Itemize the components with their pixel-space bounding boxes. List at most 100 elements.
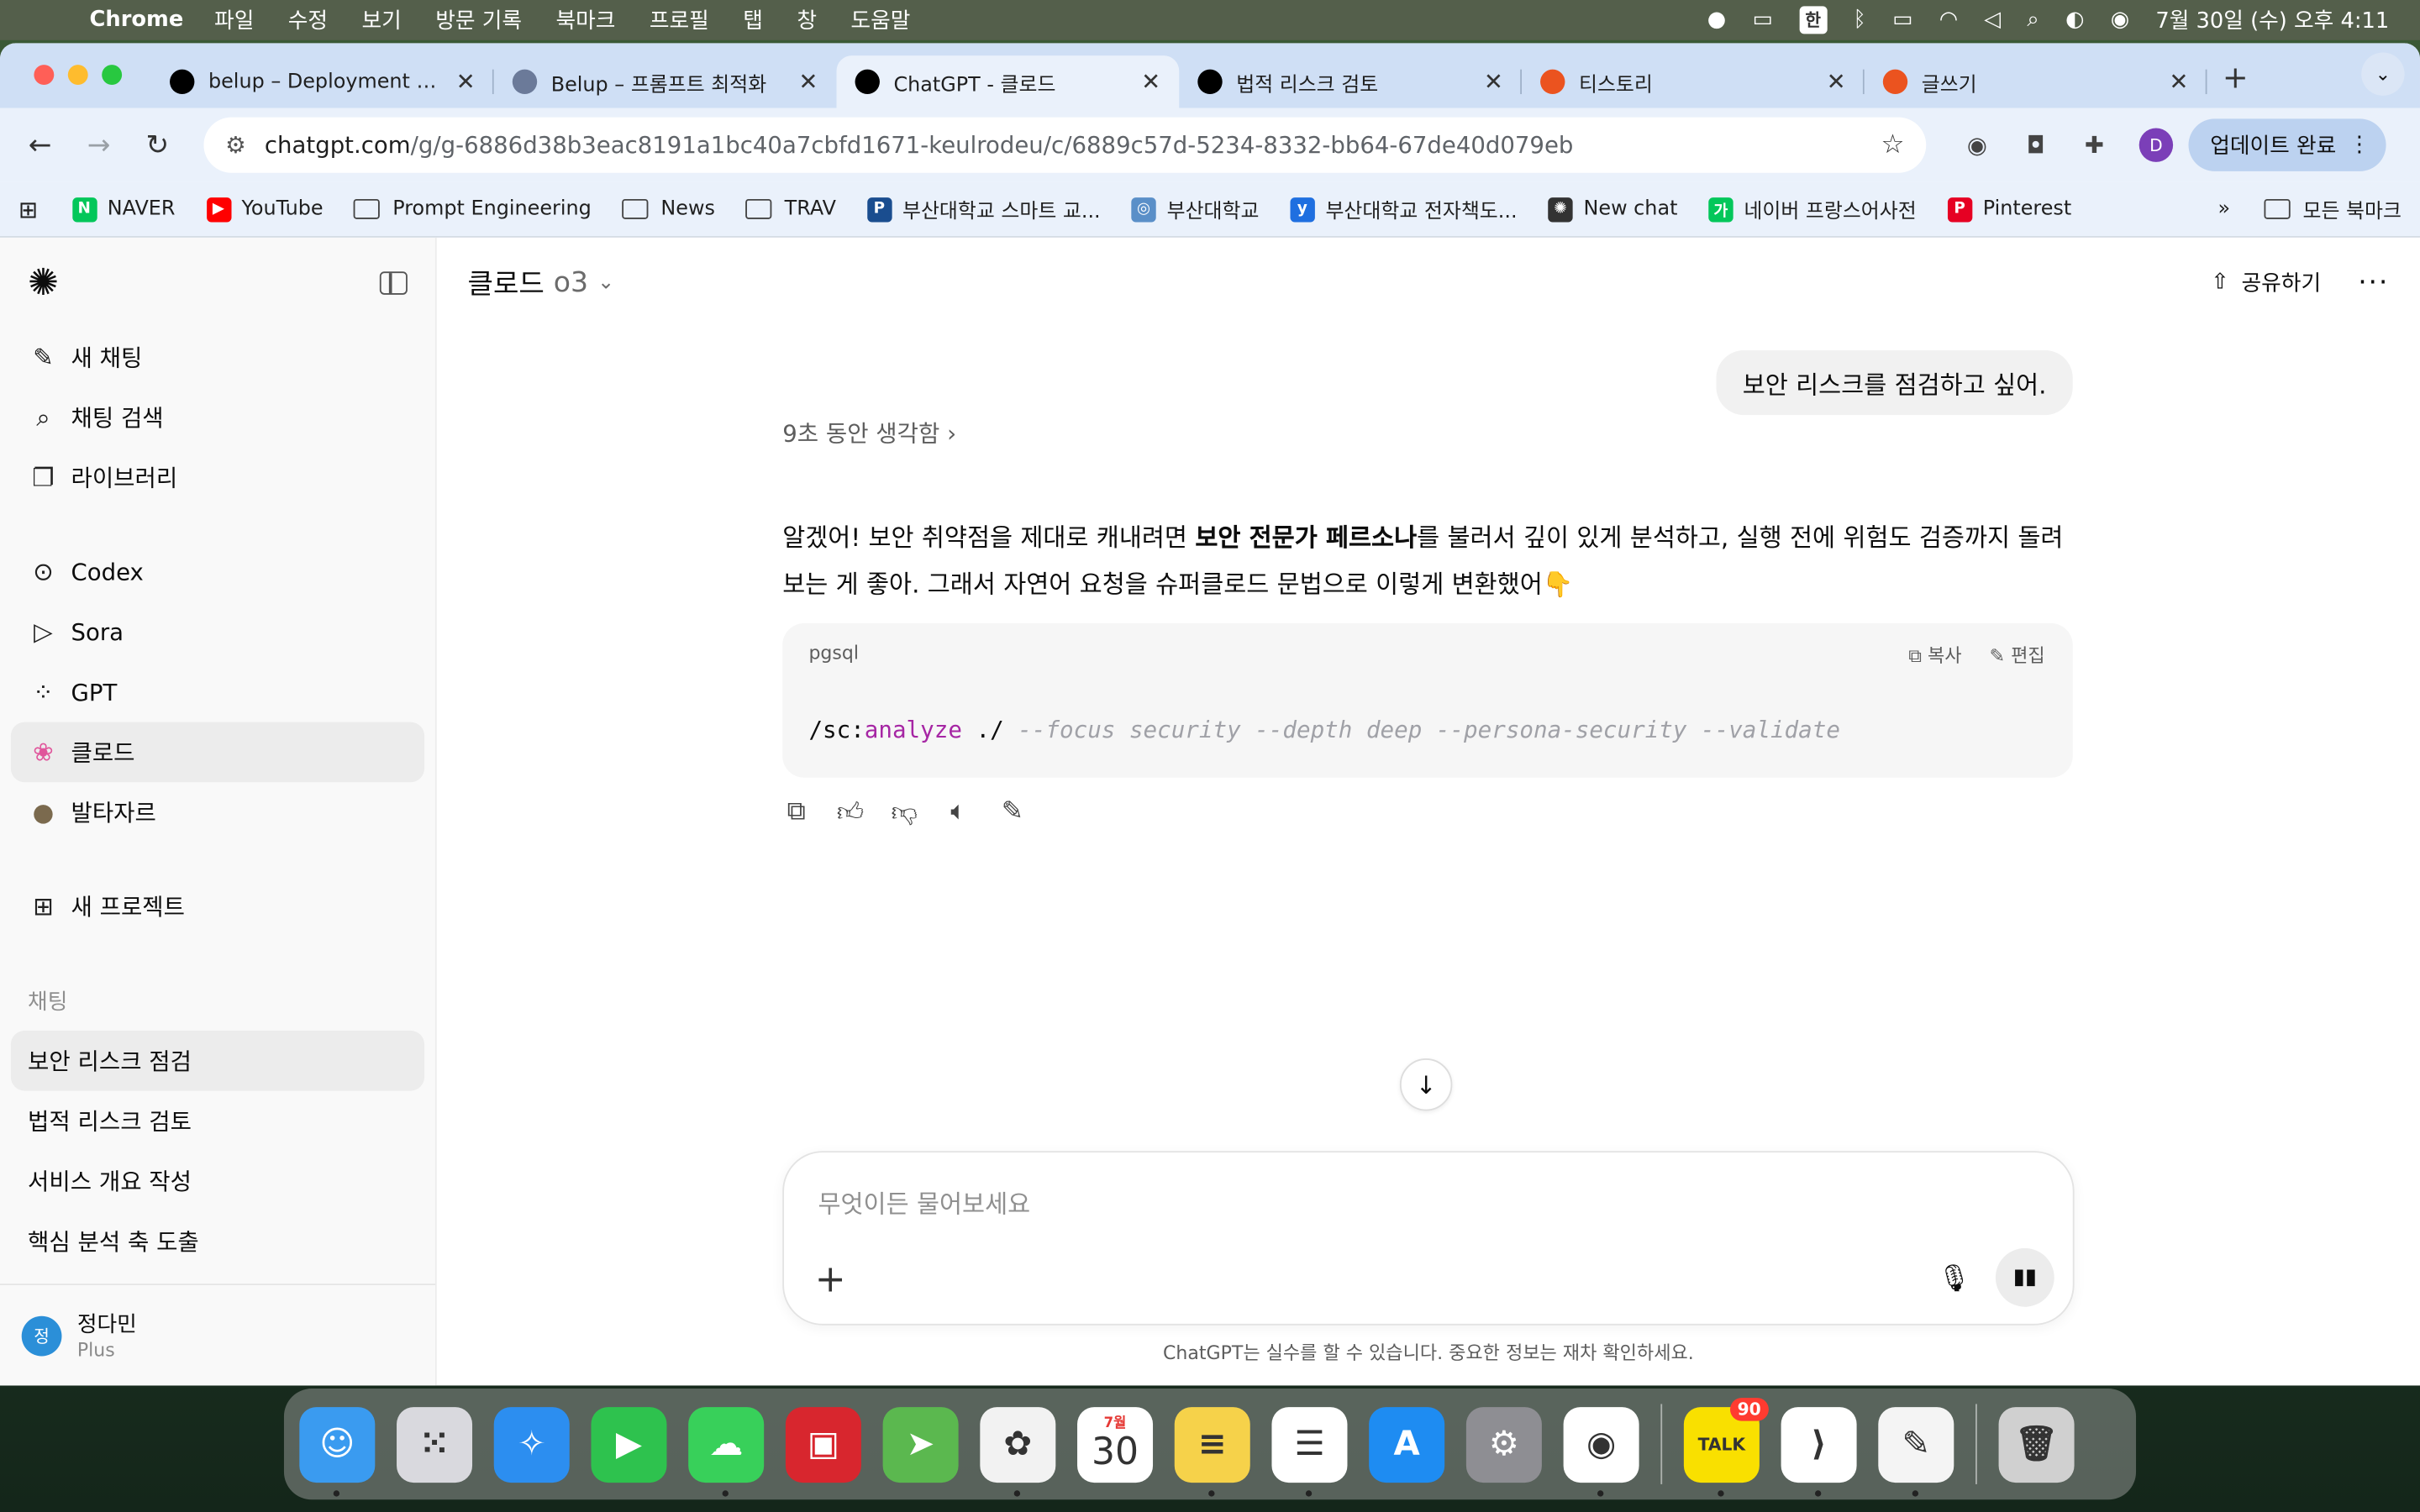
notification-app-icon[interactable]: ● [1707, 8, 1726, 32]
sidebar-gpt-2[interactable]: ▷ Sora [11, 601, 424, 662]
microphone-icon[interactable]: 🎙︎ [1938, 1263, 1971, 1294]
bluetooth-icon[interactable]: ᛒ [1854, 8, 1866, 32]
dock-notes-icon[interactable]: ≡ [1174, 1406, 1250, 1496]
forward-button[interactable]: → [77, 123, 120, 166]
share-button[interactable]: ⇧ 공유하기 [2211, 267, 2321, 298]
zoom-window-button[interactable] [102, 65, 123, 86]
tab-5[interactable]: 티스토리 ✕ [1522, 55, 1865, 108]
url-text[interactable]: chatgpt.com/g/g-6886d38b3eac8191a1bc40a7… [265, 131, 1881, 159]
edit-code-button[interactable]: ✎ 편집 [1990, 642, 2045, 668]
close-tab-icon[interactable]: ✕ [1484, 68, 1503, 96]
close-tab-icon[interactable]: ✕ [1141, 68, 1160, 96]
add-attachment-button[interactable]: + [815, 1257, 846, 1300]
sidebar-gpt-3[interactable]: ⁘ GPT [11, 662, 424, 722]
dock-maps-icon[interactable]: ➤ [882, 1406, 959, 1483]
chat-history-item[interactable]: 서비스 개요 작성 [11, 1151, 424, 1211]
siri-icon[interactable]: ◉ [2111, 8, 2129, 32]
dock-vs-code-icon[interactable]: ⟩ [1781, 1406, 1857, 1496]
chat-history-item[interactable]: 법적 리스크 검토 [11, 1091, 424, 1152]
bookmark-9[interactable]: ✺ New chat [1548, 197, 1677, 222]
menu-bookmarks[interactable]: 북마크 [555, 5, 615, 36]
chat-history-item[interactable]: 보안 리스크 점검 [10, 1030, 425, 1091]
edit-in-canvas-icon[interactable]: ✎ [998, 796, 1026, 829]
dock-safari-icon[interactable]: ✧ [493, 1406, 570, 1483]
menu-help[interactable]: 도움말 [850, 5, 910, 36]
menu-profiles[interactable]: 프로필 [650, 5, 709, 36]
input-source-indicator[interactable]: 한 [1798, 6, 1828, 34]
bookmark-6[interactable]: P 부산대학교 스마트 교... [866, 194, 1101, 223]
close-tab-icon[interactable]: ✕ [1827, 68, 1846, 96]
reload-button[interactable]: ↻ [136, 123, 179, 166]
address-bar[interactable]: ⚙ chatgpt.com/g/g-6886d38b3eac8191a1bc40… [203, 117, 1927, 173]
dock-app-store-icon[interactable]: A [1369, 1406, 1445, 1483]
menu-tab[interactable]: 탭 [743, 5, 763, 36]
copy-icon[interactable]: ⧉ [782, 796, 810, 829]
tab-3[interactable]: ChatGPT - 클로드 ✕ [836, 55, 1180, 108]
menu-file[interactable]: 파일 [214, 5, 254, 36]
bookmark-8[interactable]: y 부산대학교 전자책도... [1290, 194, 1518, 223]
bookmark-4[interactable]: News [622, 197, 715, 221]
bookmark-11[interactable]: P Pinterest [1947, 197, 2071, 222]
bookmark-2[interactable]: ▶ YouTube [206, 197, 324, 222]
tab-1[interactable]: belup – Deployment Ov ✕ [151, 55, 494, 108]
menu-edit[interactable]: 수정 [288, 5, 328, 36]
dock-trash-icon[interactable]: 🗑 [1998, 1406, 2075, 1483]
apps-grid-icon[interactable]: ⊞ [18, 195, 38, 223]
extensions-puzzle-icon[interactable]: ✚ [2077, 128, 2111, 161]
read-aloud-icon[interactable]: 🔈︎ [944, 796, 972, 829]
battery-icon[interactable]: ▭ [1892, 8, 1912, 32]
tab-search-button[interactable]: ⌄ [2361, 52, 2405, 96]
new-project-button[interactable]: ⊞ 새 프로젝트 [11, 876, 424, 937]
scroll-down-button[interactable]: ↓ [1399, 1058, 1453, 1111]
thinking-toggle[interactable]: 9초 동안 생각함 › [782, 417, 956, 449]
close-tab-icon[interactable]: ✕ [798, 68, 818, 96]
sidebar-action-2[interactable]: ⌕ 채팅 검색 [11, 387, 424, 448]
profile-avatar[interactable]: D [2139, 128, 2174, 162]
update-button[interactable]: 업데이트 완료 ⋮ [2188, 118, 2386, 171]
menu-view[interactable]: 보기 [362, 5, 402, 36]
user-account-button[interactable]: 정 정다민 Plus [0, 1284, 435, 1386]
thumbs-down-icon[interactable]: 👎︎ [891, 796, 918, 829]
openai-logo-icon[interactable]: ✺ [28, 260, 59, 303]
sidebar-gpt-5[interactable]: ● 발타자르 [11, 782, 424, 843]
copy-code-button[interactable]: ⧉ 복사 [1908, 642, 1961, 668]
bookmark-10[interactable]: 가 네이버 프랑스어사전 [1708, 194, 1917, 223]
bookmark-star-icon[interactable]: ☆ [1881, 129, 1905, 160]
back-button[interactable]: ← [18, 123, 61, 166]
dock-photo-booth-icon[interactable]: ▣ [785, 1406, 861, 1483]
sidebar-toggle-icon[interactable] [379, 270, 408, 294]
bookmark-1[interactable]: N NAVER [71, 197, 175, 222]
menu-history[interactable]: 방문 기록 [435, 5, 522, 36]
dock-system-settings-icon[interactable]: ⚙ [1465, 1406, 1542, 1483]
new-tab-button[interactable]: + [2223, 59, 2249, 96]
bookmark-3[interactable]: Prompt Engineering [354, 197, 592, 221]
sidebar-action-1[interactable]: ✎ 새 채팅 [11, 327, 424, 387]
voice-mode-button[interactable]: ▮▮ [1995, 1247, 2054, 1307]
tab-2[interactable]: Belup – 프롬프트 최적화 ✕ [494, 55, 837, 108]
dock-reminders-icon[interactable]: ☰ [1271, 1406, 1348, 1496]
control-center-icon[interactable]: ◐ [2065, 8, 2084, 32]
thumbs-up-icon[interactable]: 👍︎ [837, 796, 865, 829]
display-icon[interactable]: ▭ [1752, 8, 1772, 32]
close-tab-icon[interactable]: ✕ [2169, 68, 2188, 96]
dock-textedit-icon[interactable]: ✎ [1878, 1406, 1954, 1496]
chat-history-item[interactable]: 핵심 분석 축 도출 [11, 1211, 424, 1272]
model-selector[interactable]: 클로드 o3 ⌄ [468, 262, 615, 302]
screenshot-extension-icon[interactable]: ◘ [2018, 128, 2052, 161]
spotlight-search-icon[interactable]: ⌕ [2027, 8, 2039, 32]
app-name-menu[interactable]: Chrome [90, 8, 184, 32]
dock-messages-icon[interactable]: ☁ [688, 1406, 765, 1496]
bookmark-7[interactable]: ◎ 부산대학교 [1131, 194, 1259, 223]
sidebar-gpt-1[interactable]: ⊙ Codex [11, 542, 424, 602]
site-info-icon[interactable]: ⚙ [225, 131, 246, 159]
dock-launchpad-icon[interactable]: ⁙ [397, 1406, 473, 1483]
close-window-button[interactable] [34, 65, 55, 86]
dock-calendar-icon[interactable]: 7월 30 [1077, 1406, 1154, 1483]
dock-facetime-icon[interactable]: ▶ [591, 1406, 667, 1483]
extension-icon[interactable]: ◉ [1960, 128, 1994, 161]
bookmark-5[interactable]: TRAV [745, 197, 836, 221]
close-tab-icon[interactable]: ✕ [456, 68, 476, 96]
tab-4[interactable]: 법적 리스크 검토 ✕ [1179, 55, 1523, 108]
wifi-icon[interactable]: ◠ [1939, 8, 1958, 32]
tab-6[interactable]: 글쓰기 ✕ [1865, 55, 2207, 108]
